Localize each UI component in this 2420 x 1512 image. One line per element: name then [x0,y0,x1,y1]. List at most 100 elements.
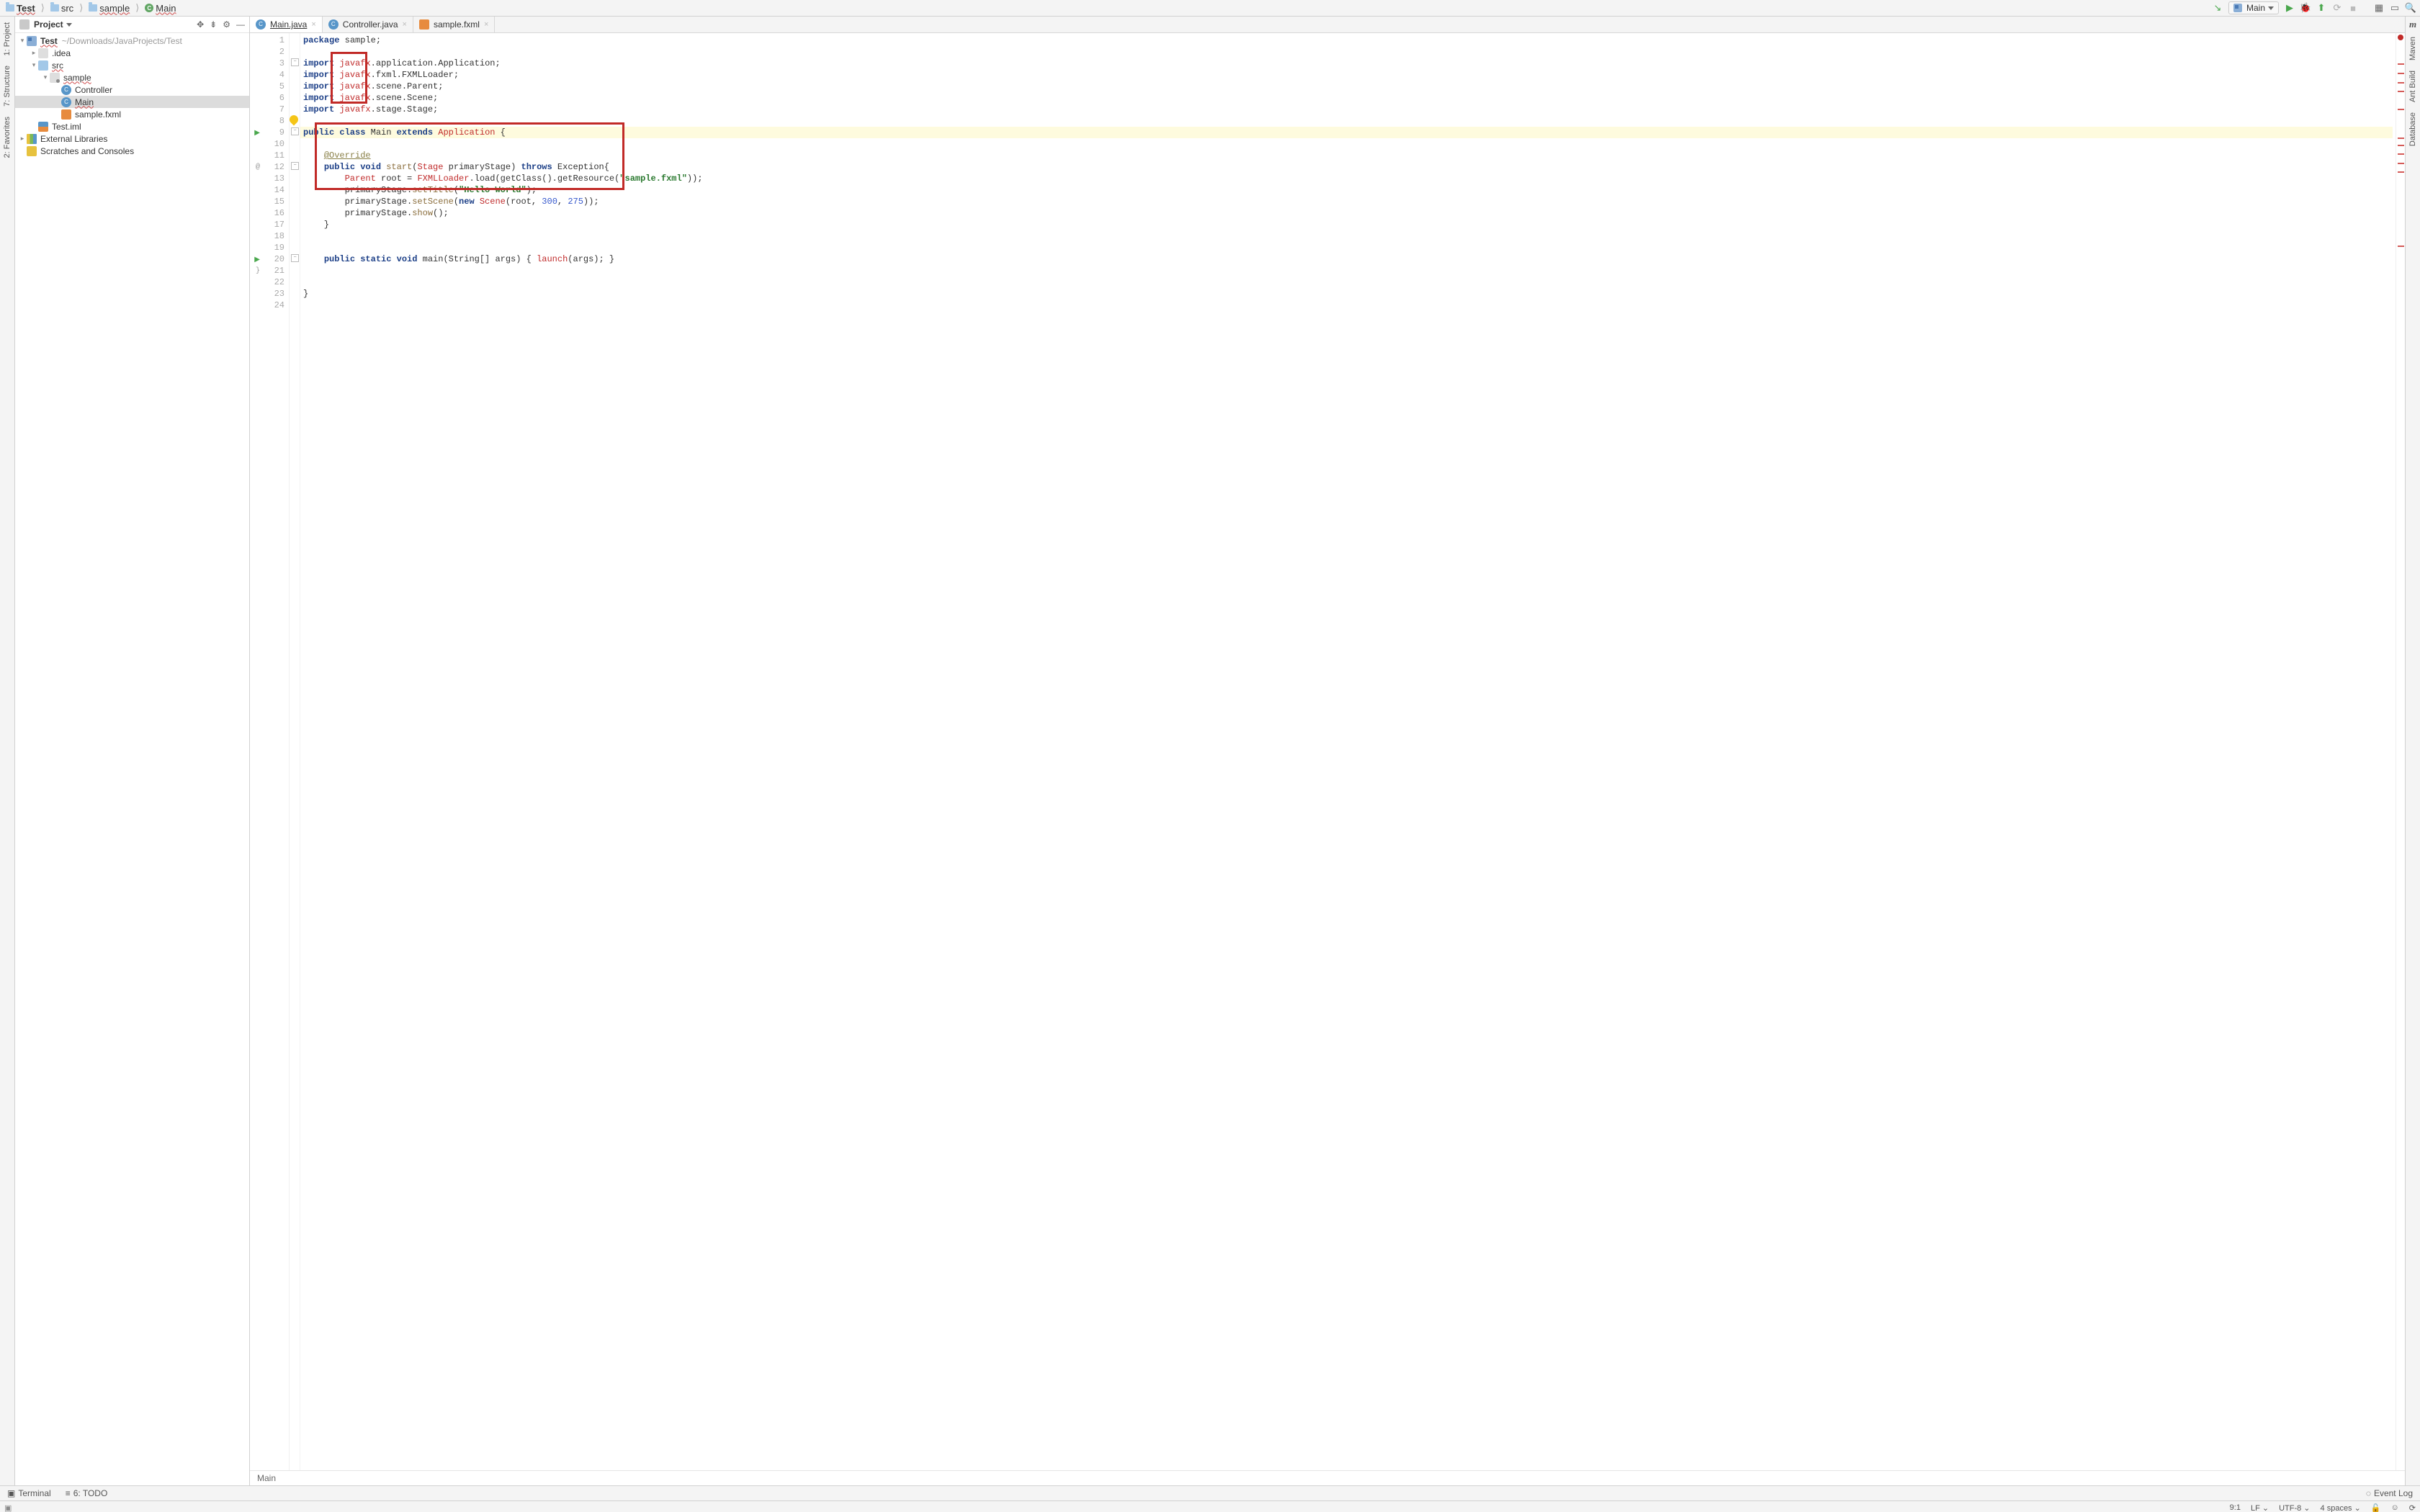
fold-icon[interactable]: − [291,58,299,66]
error-mark[interactable] [2398,153,2404,155]
tree-node-controller[interactable]: CController [15,84,249,96]
maven-m-icon[interactable]: m [2408,19,2418,30]
close-icon[interactable]: × [484,20,488,29]
tree-arrow-icon[interactable]: ▾ [41,73,50,81]
tree-node-samplefxml[interactable]: sample.fxml [15,108,249,120]
search-icon[interactable]: 🔍 [2406,3,2416,13]
tree-node-src[interactable]: ▾src [15,59,249,71]
tree-arrow-icon[interactable]: ▾ [30,61,38,69]
project-tree[interactable]: ▾Test~/Downloads/JavaProjects/Test▸.idea… [15,33,249,1485]
project-title[interactable]: Project [34,19,63,30]
minimize-icon[interactable]: — [236,19,245,30]
error-mark[interactable] [2398,73,2404,74]
status-icon[interactable]: ▣ [4,1503,12,1512]
inspector-icon[interactable]: ☺ [2391,1503,2399,1512]
left-tool-strip: 1: Project 7: Structure 2: Favorites [0,17,15,1485]
status-bar: ▣ 9:1 LF ⌄ UTF-8 ⌄ 4 spaces ⌄ 🔓 ☺ ⟳ [0,1500,2420,1512]
tool-label: 6: TODO [73,1488,108,1498]
editor-tab-controller-java[interactable]: CController.java× [323,17,413,32]
lock-icon[interactable]: 🔓 [2371,1503,2381,1512]
c-icon: C [61,97,71,107]
profile-icon[interactable]: ⟳ [2332,3,2342,13]
error-mark[interactable] [2398,171,2404,173]
processes-icon[interactable]: ⟳ [2409,1503,2416,1512]
tree-arrow-icon[interactable]: ▸ [30,49,38,57]
crumb-main[interactable]: CMain [143,3,177,14]
tree-arrow-icon[interactable]: ▾ [18,37,27,45]
bottom-tab-todo[interactable]: ≡6: TODO [58,1488,115,1498]
collapse-icon[interactable]: ⇟ [210,19,217,30]
tree-node-externallibraries[interactable]: ▸External Libraries [15,132,249,145]
fld-icon [38,48,48,58]
debug-icon[interactable]: 🐞 [2300,3,2311,13]
bottom-tab-terminal[interactable]: ▣Terminal [0,1488,58,1498]
error-mark[interactable] [2398,91,2404,92]
run-config-selector[interactable]: Main [2228,1,2279,14]
side-tab-project[interactable]: 1: Project [1,19,13,58]
error-mark[interactable] [2398,246,2404,247]
editor-tab-main-java[interactable]: CMain.java× [250,17,323,32]
error-stripe[interactable] [2396,33,2405,1470]
chevron-right-icon: ⟩ [41,2,45,14]
crumb-src[interactable]: src [49,3,75,14]
side-tab-favorites[interactable]: 2: Favorites [1,114,13,161]
code-area[interactable]: package sample; import javafx.applicatio… [300,33,2396,1470]
editor-tab-sample-fxml[interactable]: sample.fxml× [413,17,495,32]
pkg-icon [50,73,60,83]
tree-node-scratchesandconsoles[interactable]: Scratches and Consoles [15,145,249,157]
error-mark[interactable] [2398,163,2404,164]
project-tool-window: Project ✥ ⇟ ⚙ — ▾Test~/Downloads/JavaPro… [15,17,250,1485]
error-mark[interactable] [2398,109,2404,110]
locate-icon[interactable]: ✥ [197,19,204,30]
layout-icon[interactable]: ▭ [2390,3,2400,13]
tool-label: Event Log [2374,1488,2413,1498]
tree-label: .idea [52,48,71,58]
editor[interactable]: 123456789▶101112@1314151617181920▶21}222… [250,33,2405,1470]
close-icon[interactable]: × [403,20,407,29]
intention-bulb-icon[interactable] [288,114,300,126]
error-summary-icon[interactable] [2398,35,2403,40]
tree-arrow-icon[interactable]: ▸ [18,135,27,143]
right-tool-strip: m Maven Ant Build Database [2405,17,2420,1485]
error-mark[interactable] [2398,138,2404,139]
tree-label: sample.fxml [75,109,121,120]
tab-label: Main.java [270,19,307,30]
error-mark[interactable] [2398,63,2404,65]
line-separator[interactable]: LF ⌄ [2251,1503,2269,1512]
tree-node-idea[interactable]: ▸ .idea [15,47,249,59]
project-structure-icon[interactable]: ▦ [2374,3,2384,13]
coverage-icon[interactable]: ⬆ [2316,3,2326,13]
settings-icon[interactable]: ⚙ [223,19,230,30]
bottom-tab-eventlog[interactable]: ◌Event Log [2359,1488,2420,1498]
crumb-label: sample [99,3,130,14]
close-icon[interactable]: × [311,20,315,29]
build-icon[interactable]: ↘ [2213,3,2223,13]
file-encoding[interactable]: UTF-8 ⌄ [2279,1503,2310,1512]
crumb-test[interactable]: Test [4,3,37,14]
side-tab-antbuild[interactable]: Ant Build [2407,68,2419,105]
stop-icon[interactable]: ■ [2348,3,2358,13]
side-tab-structure[interactable]: 7: Structure [1,63,13,109]
chevron-down-icon[interactable] [66,23,72,27]
tree-node-test[interactable]: ▾Test~/Downloads/JavaProjects/Test [15,35,249,47]
error-mark[interactable] [2398,145,2404,146]
side-tab-maven[interactable]: Maven [2407,34,2419,63]
gutter-fold[interactable]: − − − − [290,33,300,1470]
cursor-position[interactable]: 9:1 [2230,1503,2241,1512]
fold-icon[interactable]: − [291,254,299,262]
tree-label: Test [40,36,58,46]
indent[interactable]: 4 spaces ⌄ [2321,1503,2361,1512]
run-icon[interactable]: ▶ [2285,3,2295,13]
tree-node-main[interactable]: CMain [15,96,249,108]
chevron-down-icon [2268,6,2274,10]
folder-icon [89,4,97,12]
breadcrumbs-bar[interactable]: Main [250,1470,2405,1485]
error-mark[interactable] [2398,82,2404,84]
tree-node-testiml[interactable]: Test.iml [15,120,249,132]
side-tab-database[interactable]: Database [2407,109,2419,149]
crumb-sample[interactable]: sample [87,3,131,14]
tree-node-sample[interactable]: ▾sample [15,71,249,84]
editor-area: CMain.java×CController.java×sample.fxml×… [250,17,2405,1485]
fold-icon[interactable]: − [291,127,299,135]
fold-icon[interactable]: − [291,162,299,170]
